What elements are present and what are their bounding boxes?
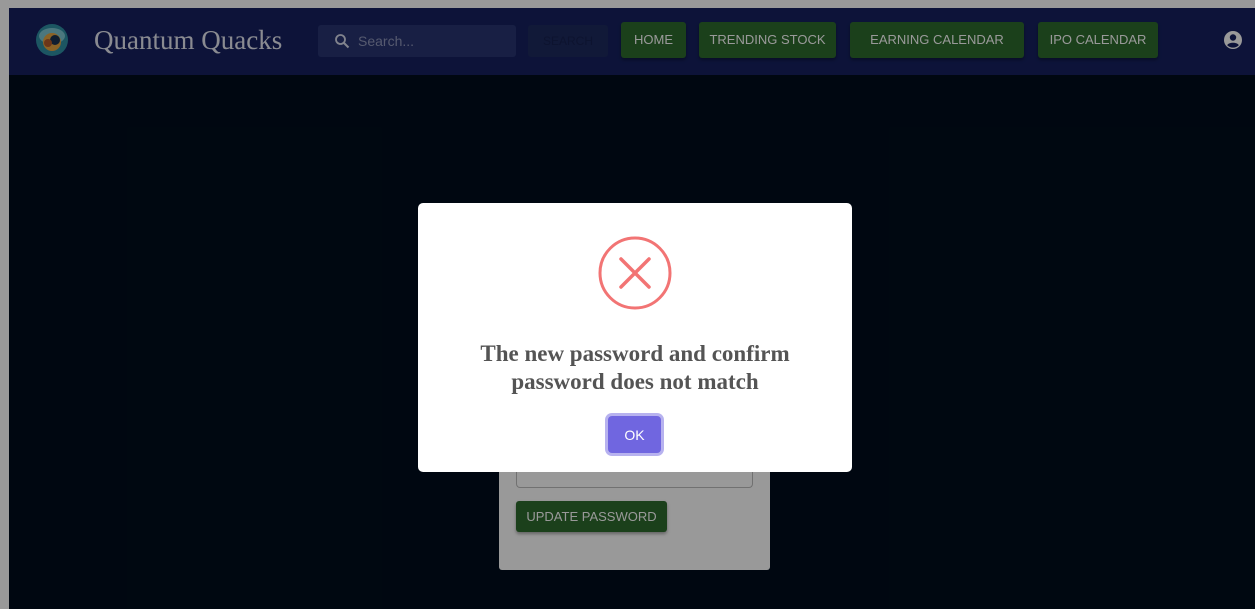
error-dialog: The new password and confirm password do… [418,203,852,472]
error-x-icon [598,236,672,310]
dialog-message: The new password and confirm password do… [480,341,790,394]
ok-button[interactable]: OK [608,416,661,453]
